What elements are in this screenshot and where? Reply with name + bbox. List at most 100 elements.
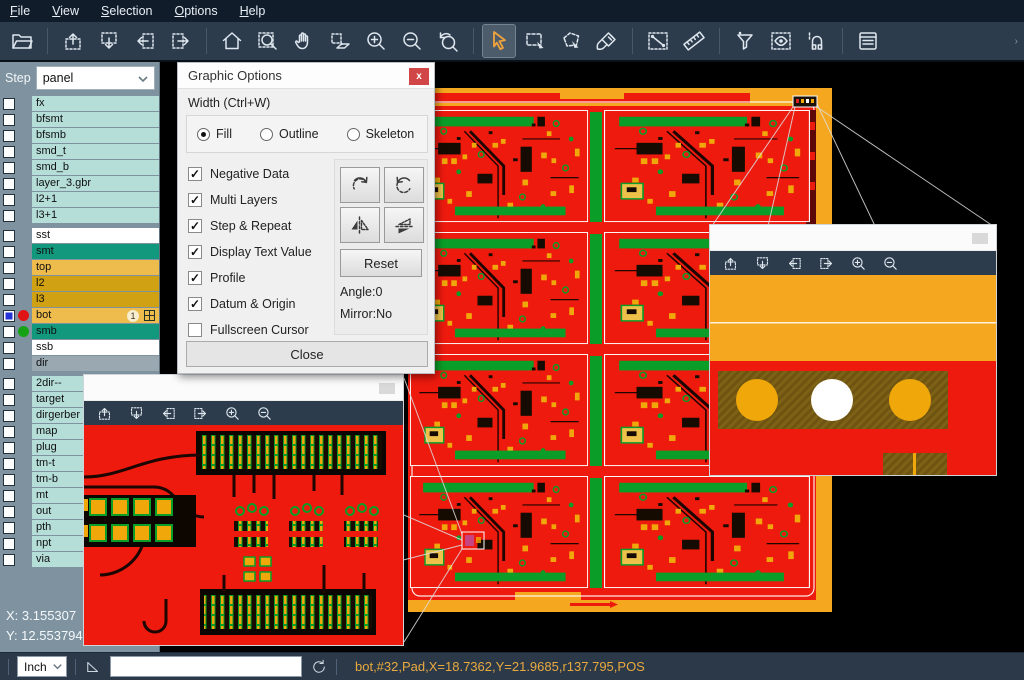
- layer-visibility-checkbox[interactable]: [3, 394, 15, 406]
- measure-distance-button[interactable]: [642, 25, 674, 57]
- layer-visibility-checkbox[interactable]: [3, 294, 15, 306]
- step-right-icon[interactable]: [192, 405, 209, 422]
- layer-row[interactable]: bfsmb: [0, 128, 159, 143]
- zoom-previous-button[interactable]: [432, 25, 464, 57]
- pan-view-button[interactable]: [324, 25, 356, 57]
- zoom-in-icon[interactable]: [850, 255, 867, 272]
- mirror-vertical-button[interactable]: [384, 207, 424, 243]
- layer-row[interactable]: l3: [0, 292, 159, 307]
- filter-button[interactable]: [729, 25, 761, 57]
- menu-item-selection[interactable]: Selection: [101, 4, 152, 18]
- layer-visibility-checkbox[interactable]: [3, 246, 15, 258]
- layer-visibility-checkbox[interactable]: [3, 178, 15, 190]
- layer-color-bar[interactable]: bot1: [32, 308, 159, 323]
- layer-color-bar[interactable]: bfsmt: [32, 112, 159, 127]
- mirror-horizontal-button[interactable]: [340, 207, 380, 243]
- layer-color-bar[interactable]: fx: [32, 96, 159, 111]
- zoom-window-button[interactable]: [252, 25, 284, 57]
- magnifier-window-right[interactable]: [710, 225, 996, 475]
- menu-item-options[interactable]: Options: [174, 4, 217, 18]
- command-input[interactable]: [110, 656, 302, 677]
- zoom-in-icon[interactable]: [224, 405, 241, 422]
- zoom-in-button[interactable]: [360, 25, 392, 57]
- layer-row[interactable]: dir: [0, 356, 159, 371]
- close-button[interactable]: Close: [186, 341, 428, 367]
- layer-visibility-checkbox[interactable]: [3, 358, 15, 370]
- layer-visibility-checkbox[interactable]: [3, 98, 15, 110]
- pan-hand-button[interactable]: [288, 25, 320, 57]
- layer-color-bar[interactable]: bfsmb: [32, 128, 159, 143]
- layer-color-bar[interactable]: l2: [32, 276, 159, 291]
- unit-select[interactable]: Inch: [17, 656, 67, 677]
- layer-color-bar[interactable]: l2+1: [32, 192, 159, 207]
- magnifier-title-bar[interactable]: [710, 225, 996, 251]
- layer-color-bar[interactable]: smd_t: [32, 144, 159, 159]
- layer-color-bar[interactable]: smt: [32, 244, 159, 259]
- layer-color-bar[interactable]: l3: [32, 292, 159, 307]
- layer-color-bar[interactable]: l3+1: [32, 208, 159, 223]
- option-negative-data[interactable]: ✓Negative Data: [188, 161, 336, 187]
- view-options-button[interactable]: [765, 25, 797, 57]
- measure-ruler-button[interactable]: [678, 25, 710, 57]
- layer-row[interactable]: l2: [0, 276, 159, 291]
- step-left-icon[interactable]: [786, 255, 803, 272]
- layer-visibility-checkbox[interactable]: [3, 458, 15, 470]
- window-button[interactable]: [379, 383, 395, 394]
- zoom-out-icon[interactable]: [256, 405, 273, 422]
- option-datum-origin[interactable]: ✓Datum & Origin: [188, 291, 336, 317]
- checkbox[interactable]: [188, 323, 202, 337]
- reset-button[interactable]: Reset: [340, 249, 422, 277]
- zoom-out-icon[interactable]: [882, 255, 899, 272]
- menu-item-help[interactable]: Help: [240, 4, 266, 18]
- layer-row[interactable]: bot1: [0, 308, 159, 323]
- snap-magnet-button[interactable]: [801, 25, 833, 57]
- sync-icon[interactable]: [310, 658, 328, 676]
- checkbox[interactable]: ✓: [188, 271, 202, 285]
- layer-visibility-checkbox[interactable]: [3, 474, 15, 486]
- checkbox[interactable]: ✓: [188, 245, 202, 259]
- layer-visibility-checkbox[interactable]: [3, 538, 15, 550]
- radio-skeleton[interactable]: Skeleton: [347, 127, 415, 141]
- option-fullscreen-cursor[interactable]: Fullscreen Cursor: [188, 317, 336, 343]
- toolbar-overflow-chevron[interactable]: ›: [1015, 36, 1018, 47]
- menu-item-view[interactable]: View: [52, 4, 79, 18]
- window-button[interactable]: [972, 233, 988, 244]
- layer-visibility-checkbox[interactable]: [3, 522, 15, 534]
- magnifier-window-left[interactable]: [84, 375, 403, 645]
- layer-visibility-checkbox[interactable]: [3, 326, 15, 338]
- option-profile[interactable]: ✓Profile: [188, 265, 336, 291]
- step-up-icon[interactable]: [96, 405, 113, 422]
- checkbox[interactable]: ✓: [188, 193, 202, 207]
- step-left-icon[interactable]: [160, 405, 177, 422]
- checkbox[interactable]: ✓: [188, 297, 202, 311]
- open-file-button[interactable]: [6, 25, 38, 57]
- layer-color-bar[interactable]: layer_3.gbr: [32, 176, 159, 191]
- layer-visibility-checkbox[interactable]: [3, 130, 15, 142]
- layer-visibility-checkbox[interactable]: [3, 278, 15, 290]
- layer-row[interactable]: smb: [0, 324, 159, 339]
- layer-color-bar[interactable]: smd_b: [32, 160, 159, 175]
- layer-visibility-checkbox[interactable]: [3, 490, 15, 502]
- layer-row[interactable]: top: [0, 260, 159, 275]
- radio-fill[interactable]: Fill: [197, 127, 232, 141]
- step-down-button[interactable]: [93, 25, 125, 57]
- menu-item-file[interactable]: File: [10, 4, 30, 18]
- checkbox[interactable]: ✓: [188, 167, 202, 181]
- select-cursor-button[interactable]: [483, 25, 515, 57]
- layer-color-bar[interactable]: dir: [32, 356, 159, 371]
- step-up-button[interactable]: [57, 25, 89, 57]
- layer-row[interactable]: ssb: [0, 340, 159, 355]
- layer-visibility-checkbox[interactable]: [3, 262, 15, 274]
- layer-color-bar[interactable]: sst: [32, 228, 159, 243]
- layer-row[interactable]: l3+1: [0, 208, 159, 223]
- layer-visibility-checkbox[interactable]: [3, 162, 15, 174]
- layer-row[interactable]: sst: [0, 228, 159, 243]
- step-right-icon[interactable]: [818, 255, 835, 272]
- step-down-icon[interactable]: [128, 405, 145, 422]
- layer-color-bar[interactable]: ssb: [32, 340, 159, 355]
- layer-color-bar[interactable]: top: [32, 260, 159, 275]
- option-step-repeat[interactable]: ✓Step & Repeat: [188, 213, 336, 239]
- layer-visibility-checkbox[interactable]: [3, 554, 15, 566]
- step-select[interactable]: panel: [36, 66, 155, 90]
- rotate-ccw-button[interactable]: [384, 167, 424, 203]
